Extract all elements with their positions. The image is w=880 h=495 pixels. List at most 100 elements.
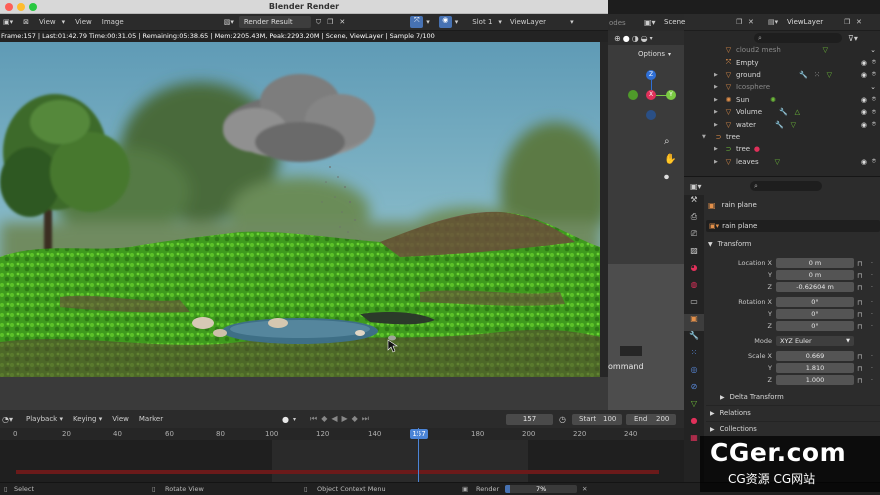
gizmo-neg-y-icon[interactable] xyxy=(628,90,638,100)
location-y-field[interactable]: 0 m xyxy=(776,270,854,280)
material-tab-icon[interactable]: ● xyxy=(684,416,704,433)
eye-icon[interactable]: ◉ xyxy=(861,121,867,129)
close-icon[interactable]: ✕ xyxy=(856,18,862,26)
lock-icon[interactable]: ⊓ ⊓ ⊓ xyxy=(857,258,862,294)
view-menu-icon[interactable]: ⊠ xyxy=(18,18,34,26)
copy-icon[interactable]: ❐ xyxy=(844,18,850,26)
eye-icon[interactable]: ◉ xyxy=(861,59,867,67)
outliner-row[interactable]: ▼ ⊃ tree xyxy=(684,131,880,143)
zoom-icon[interactable]: ⌕ xyxy=(664,136,670,147)
scene-browse-icon[interactable]: ▣▾ xyxy=(644,18,656,27)
timeline-track[interactable] xyxy=(0,428,684,482)
visibility-icon[interactable]: ⌄ xyxy=(870,83,876,91)
camera-icon[interactable]: ⌾ xyxy=(872,157,876,166)
camera-icon[interactable]: ⌾ xyxy=(872,108,876,117)
workspace-tab-partial[interactable]: odes xyxy=(608,19,626,27)
camera-icon[interactable]: ⌾ xyxy=(872,120,876,129)
playhead-line[interactable] xyxy=(418,428,419,482)
properties-search-input[interactable] xyxy=(750,181,822,191)
outliner-search-input[interactable] xyxy=(754,33,842,43)
data-tab-icon[interactable]: ▽ xyxy=(684,399,704,416)
camera-icon[interactable]: ⌾ xyxy=(872,70,876,79)
gizmo-toggle-icon[interactable]: ⤧ xyxy=(410,16,424,28)
overlay-toggle-icon[interactable]: ◉ xyxy=(438,16,452,28)
outliner-row[interactable]: ▶ ▽ Volume 🔧 △ ◉ ⌾ xyxy=(684,106,880,118)
menu-view-2[interactable]: View xyxy=(70,18,97,26)
camera-view-icon[interactable]: ⏺ xyxy=(664,172,669,183)
scene-tab-icon[interactable]: ◕ xyxy=(684,263,704,280)
relations-panel-header[interactable]: ▶ Relations xyxy=(710,409,751,417)
rotation-mode-select[interactable]: XYZ Euler ▼ xyxy=(776,336,854,346)
lock-icon[interactable]: ⊓ ⊓ ⊓ xyxy=(857,351,862,387)
outliner-row[interactable]: ▶ ✺ Sun ✺ ◉ ⌾ xyxy=(684,94,880,106)
rotation-y-field[interactable]: 0° xyxy=(776,309,854,319)
location-x-field[interactable]: 0 m xyxy=(776,258,854,268)
rotation-x-field[interactable]: 0° xyxy=(776,297,854,307)
timeline-ruler[interactable]: 0 20 40 60 80 100 120 140 157 180 200 22… xyxy=(0,428,684,440)
eye-icon[interactable]: ◉ xyxy=(861,158,867,166)
outliner-row[interactable]: ▶ ▽ ground 🔧 ⁙ ▽ ◉ ⌾ xyxy=(684,69,880,81)
playback-controls[interactable]: ⏮◆◀▶◆⏭ xyxy=(310,414,373,424)
keyframe-icon[interactable]: · · · xyxy=(871,297,873,333)
view-layer-icon[interactable]: ▤▾ xyxy=(768,18,778,26)
viewport-3d[interactable]: odes ⊕ ● ◑ ◒ ▾ Options ▾ Z X Y ⌕ ✋ ⏺ omm… xyxy=(608,14,684,410)
outliner-row[interactable]: ▽ cloud2 mesh ▽ ⌄ xyxy=(684,44,880,56)
tool-tab-icon[interactable]: ⚒ xyxy=(684,195,704,212)
menu-view[interactable]: View xyxy=(107,415,134,423)
navigation-gizmo[interactable]: Z X Y xyxy=(626,70,682,126)
object-name-label[interactable]: rain plane xyxy=(722,201,757,209)
scale-x-field[interactable]: 0.669 xyxy=(776,351,854,361)
render-tab-icon[interactable]: ⎙ xyxy=(684,212,704,229)
location-z-field[interactable]: -0.62604 m xyxy=(776,282,854,292)
shield-icon[interactable]: ⛉ xyxy=(311,18,326,27)
outliner-row[interactable]: ▶ ▽ leaves ▽ ◉ ⌾ xyxy=(684,156,880,168)
menu-playback[interactable]: Playback ▾ xyxy=(21,415,68,423)
image-name-field[interactable]: Render Result xyxy=(238,16,311,28)
particles-tab-icon[interactable]: ⁙ xyxy=(684,348,704,365)
collection-tab-icon[interactable]: ▭ xyxy=(684,297,704,314)
editor-type-icon[interactable]: ▣▾ xyxy=(0,18,18,26)
collections-panel-header[interactable]: ▶ Collections xyxy=(710,425,757,433)
slot-select[interactable]: Slot 1 xyxy=(467,18,497,26)
current-frame-field[interactable]: 157 xyxy=(506,414,553,425)
close-icon[interactable]: ✕ xyxy=(334,18,350,26)
lock-icon[interactable]: ⊓ ⊓ ⊓ xyxy=(857,297,862,333)
gizmo-neg-z-icon[interactable] xyxy=(646,110,656,120)
camera-icon[interactable]: ⌾ xyxy=(872,58,876,67)
eye-icon[interactable]: ◉ xyxy=(861,71,867,79)
eye-icon[interactable]: ◉ xyxy=(861,96,867,104)
copy-icon[interactable]: ❐ xyxy=(736,18,742,26)
outliner-row[interactable]: ⤧ Empty ◉ ⌾ xyxy=(684,56,880,68)
outliner-row[interactable]: ▶ ▽ water 🔧 ▽ ◉ ⌾ xyxy=(684,118,880,130)
transform-panel-header[interactable]: ▼ Transform xyxy=(708,240,751,248)
camera-icon[interactable]: ⌾ xyxy=(872,95,876,104)
object-tab-icon[interactable]: ▣ xyxy=(684,314,704,331)
output-tab-icon[interactable]: ⎚ xyxy=(684,229,704,246)
rotation-z-field[interactable]: 0° xyxy=(776,321,854,331)
view-layer-tab-icon[interactable]: ▨ xyxy=(684,246,704,263)
copy-icon[interactable]: ❐ xyxy=(326,18,334,26)
pan-hand-icon[interactable]: ✋ xyxy=(664,154,676,165)
record-icon[interactable]: ● xyxy=(282,415,289,424)
window-titlebar[interactable]: Blender Render xyxy=(0,0,608,14)
gizmo-y-axis-icon[interactable]: Y xyxy=(666,90,676,100)
gizmo-x-axis-icon[interactable]: X xyxy=(646,90,656,100)
constraints-tab-icon[interactable]: ⊘ xyxy=(684,382,704,399)
modifier-tab-icon[interactable]: 🔧 xyxy=(684,331,704,348)
cancel-render-icon[interactable]: ✕ xyxy=(582,483,587,495)
menu-keying[interactable]: Keying ▾ xyxy=(68,415,107,423)
keyframe-icon[interactable]: · · · xyxy=(871,351,873,387)
eye-icon[interactable]: ◉ xyxy=(861,108,867,116)
scale-y-field[interactable]: 1.810 xyxy=(776,363,854,373)
keyframe-icon[interactable]: · · · xyxy=(871,258,873,294)
editor-type-icon[interactable]: ◔▾ xyxy=(2,415,13,424)
clock-icon[interactable]: ◷ xyxy=(559,415,566,424)
scale-z-field[interactable]: 1.000 xyxy=(776,375,854,385)
image-browse-icon[interactable]: ▧▾ xyxy=(219,18,239,26)
outliner-row[interactable]: ▶ ⊃ tree ● xyxy=(684,143,880,155)
render-result-image[interactable] xyxy=(0,42,600,377)
view-layer-name[interactable]: ViewLayer xyxy=(787,18,823,26)
wireframe-shading-icon[interactable]: ⊕ xyxy=(614,34,621,43)
visibility-icon[interactable]: ⌄ xyxy=(870,46,876,54)
filter-icon[interactable]: ⊽▾ xyxy=(848,34,858,43)
